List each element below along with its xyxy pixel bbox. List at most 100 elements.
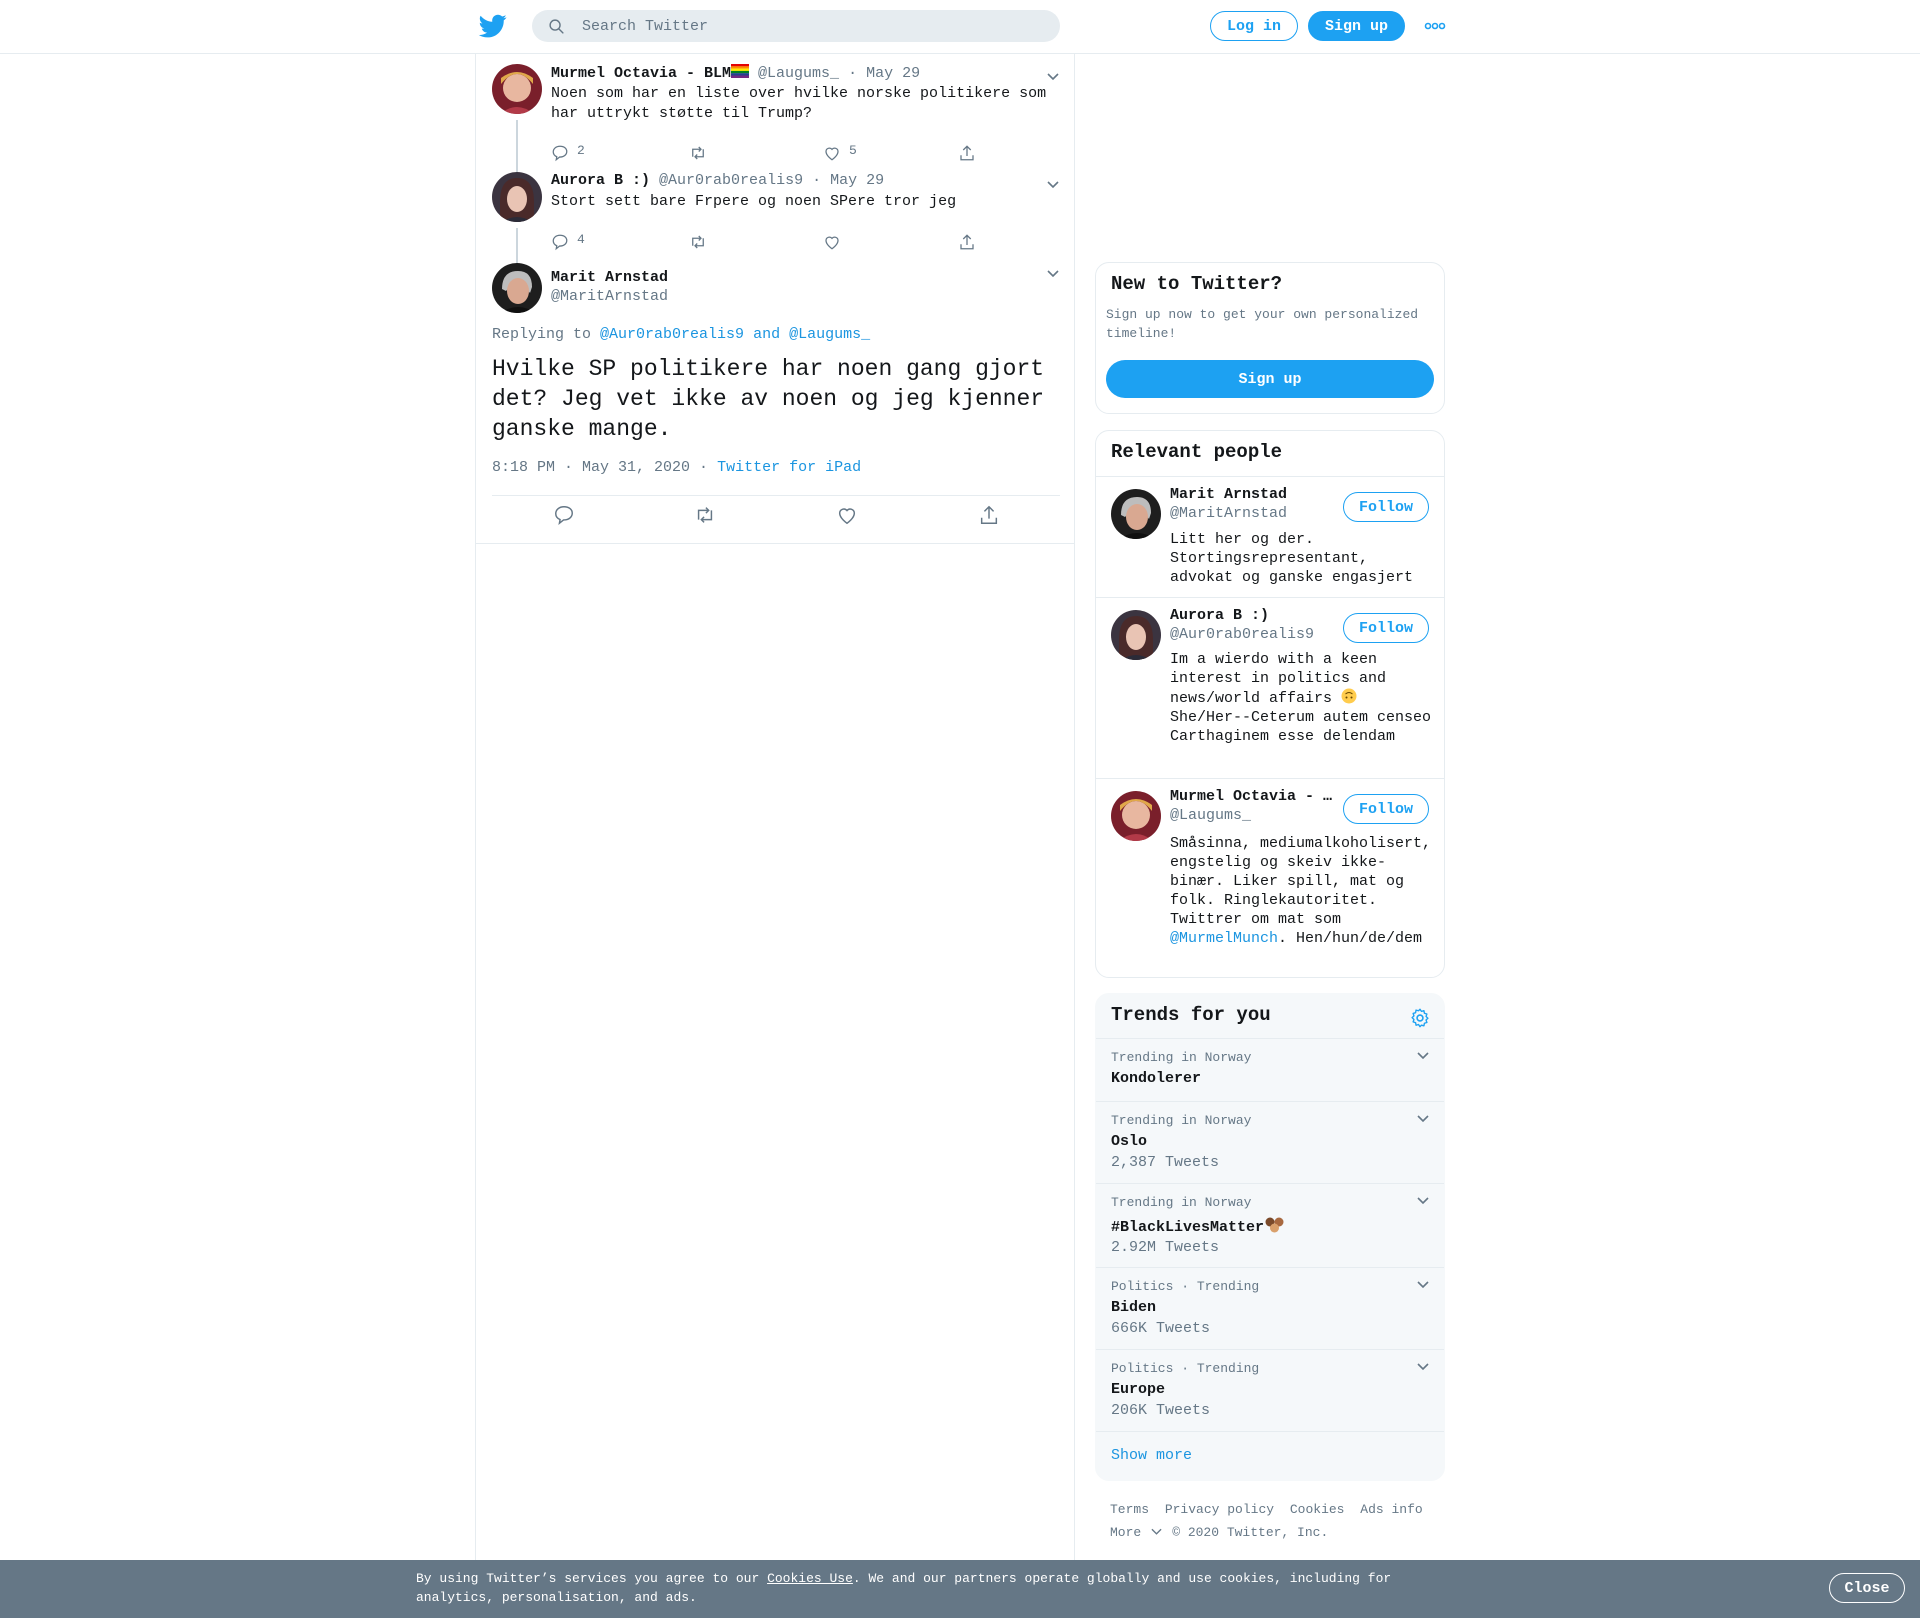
signup-button[interactable]: Sign up (1308, 11, 1405, 41)
person-bio: Im a wierdo with a keen interest in poli… (1170, 650, 1432, 746)
trend-context: Trending in Norway (1111, 1113, 1252, 1128)
chevron-down-icon[interactable] (1046, 269, 1060, 279)
tweet-date[interactable]: May 29 (866, 65, 920, 82)
divider (492, 495, 1060, 496)
footer-terms-link[interactable]: Terms (1110, 1502, 1149, 1517)
trend-item[interactable]: Trending in Norway Oslo 2,387 Tweets (1096, 1101, 1444, 1183)
share-button[interactable] (958, 144, 976, 162)
reply-button[interactable] (553, 504, 575, 526)
like-count: 5 (849, 143, 857, 158)
chevron-down-icon[interactable] (1046, 72, 1060, 82)
cookies-use-link[interactable]: Cookies Use (767, 1571, 853, 1586)
trend-count: 2.92M Tweets (1111, 1239, 1220, 1256)
footer-cookies-link[interactable]: Cookies (1290, 1502, 1345, 1517)
person-handle[interactable]: @Aur0rab0realis9 (1170, 626, 1314, 643)
conversation-column: Murmel Octavia - BLM @Laugums_ · May 29 … (475, 54, 1075, 1564)
share-button[interactable] (958, 233, 976, 251)
tweet-text: Stort sett bare Frpere og noen SPere tro… (551, 193, 957, 210)
login-button[interactable]: Log in (1210, 11, 1298, 41)
chevron-down-icon[interactable] (1416, 1362, 1430, 1372)
trend-name-row[interactable]: #BlackLivesMatter (1111, 1216, 1286, 1236)
reply-icon (552, 145, 568, 162)
like-button[interactable]: 5 (823, 144, 857, 162)
follow-button[interactable]: Follow (1343, 492, 1429, 522)
avatar[interactable] (1111, 610, 1161, 660)
chevron-down-icon[interactable] (1416, 1114, 1430, 1124)
card-title: Relevant people (1111, 441, 1283, 463)
replying-and[interactable]: and (744, 326, 789, 343)
close-button[interactable]: Close (1829, 1573, 1905, 1603)
person-item[interactable]: Marit Arnstad @MaritArnstad Follow Litt … (1096, 476, 1444, 597)
footer-privacy-link[interactable]: Privacy policy (1165, 1502, 1274, 1517)
author-handle[interactable]: @MaritArnstad (551, 288, 668, 305)
author-name[interactable]: Murmel Octavia - BLM (551, 65, 731, 82)
author-name[interactable]: Marit Arnstad (551, 269, 668, 286)
author-handle[interactable]: @Laugums_ (758, 65, 839, 82)
trend-name[interactable]: #BlackLivesMatter (1111, 1219, 1264, 1236)
footer-ads-link[interactable]: Ads info (1360, 1502, 1422, 1517)
bio-text: . Hen/hun/de/dem (1278, 930, 1423, 947)
show-more-link[interactable]: Show more (1111, 1447, 1192, 1464)
reply-button[interactable]: 4 (551, 233, 585, 251)
twitter-bird-icon[interactable] (478, 12, 508, 40)
search-input[interactable] (582, 10, 1042, 42)
chevron-down-icon[interactable] (1416, 1280, 1430, 1290)
avatar[interactable] (1111, 489, 1161, 539)
trend-name[interactable]: Biden (1111, 1299, 1156, 1316)
trend-item[interactable]: Politics · Trending Europe 206K Tweets (1096, 1349, 1444, 1431)
thread-tweet[interactable]: Murmel Octavia - BLM @Laugums_ · May 29 … (492, 64, 1060, 175)
trend-item[interactable]: Trending in Norway #BlackLivesMatter 2.9… (1096, 1183, 1444, 1267)
gear-icon[interactable] (1409, 1007, 1431, 1029)
retweet-icon (692, 235, 704, 249)
person-handle[interactable]: @MaritArnstad (1170, 505, 1287, 522)
reply-button[interactable]: 2 (551, 144, 585, 162)
tweet-header: Murmel Octavia - BLM @Laugums_ · May 29 (551, 64, 920, 82)
chevron-down-icon[interactable] (1046, 180, 1060, 190)
tweet-source-link[interactable]: Twitter for iPad (717, 459, 861, 476)
author-name[interactable]: Aurora B :) (551, 172, 650, 189)
person-item[interactable]: Aurora B :) @Aur0rab0realis9 Follow Im a… (1096, 597, 1444, 778)
retweet-button[interactable] (688, 144, 708, 162)
chevron-down-icon[interactable] (1151, 1528, 1162, 1536)
search-box[interactable] (532, 10, 1060, 42)
chevron-down-icon[interactable] (1416, 1196, 1430, 1206)
share-button[interactable] (978, 504, 1000, 526)
avatar[interactable] (492, 263, 542, 313)
trend-context: Politics · Trending (1111, 1361, 1260, 1376)
sidebar-signup-button[interactable]: Sign up (1106, 360, 1434, 398)
thread-connector (516, 228, 518, 266)
tweet-date[interactable]: May 29 (830, 172, 884, 189)
person-item[interactable]: Murmel Octavia - … @Laugums_ Follow Smås… (1096, 778, 1444, 977)
trend-item[interactable]: Politics · Trending Biden 666K Tweets (1096, 1267, 1444, 1349)
follow-button[interactable]: Follow (1343, 794, 1429, 824)
like-button[interactable] (836, 504, 858, 526)
cookie-text: By using Twitter’s services you agree to… (416, 1569, 1406, 1607)
person-name[interactable]: Marit Arnstad (1170, 486, 1287, 503)
more-dots-icon[interactable] (1424, 20, 1446, 32)
focused-tweet-actions (476, 504, 1076, 534)
avatar[interactable] (1111, 791, 1161, 841)
person-name[interactable]: Murmel Octavia - … (1170, 788, 1332, 805)
mention-link[interactable]: @MurmelMunch (1170, 930, 1278, 947)
trend-name[interactable]: Oslo (1111, 1133, 1147, 1150)
author-handle[interactable]: @Aur0rab0realis9 (659, 172, 803, 189)
person-handle[interactable]: @Laugums_ (1170, 807, 1251, 824)
retweet-button[interactable] (688, 233, 708, 251)
like-button[interactable] (823, 233, 841, 251)
footer-more-button[interactable]: More (1110, 1525, 1149, 1540)
trend-name[interactable]: Kondolerer (1111, 1070, 1201, 1087)
card-title: Trends for you (1111, 1004, 1271, 1026)
retweet-button[interactable] (693, 504, 717, 526)
avatar[interactable] (492, 64, 542, 114)
show-more-row[interactable]: Show more (1096, 1431, 1444, 1480)
thread-tweet[interactable]: Aurora B :) @Aur0rab0realis9 · May 29 St… (492, 172, 1060, 266)
trend-item[interactable]: Trending in Norway Kondolerer (1096, 1038, 1444, 1101)
mention-link[interactable]: @Aur0rab0realis9 (600, 326, 744, 343)
mention-link[interactable]: @Laugums_ (789, 326, 870, 343)
person-name[interactable]: Aurora B :) (1170, 607, 1269, 624)
chevron-down-icon[interactable] (1416, 1051, 1430, 1061)
trend-name[interactable]: Europe (1111, 1381, 1165, 1398)
avatar[interactable] (492, 172, 542, 222)
tweet-time[interactable]: 8:18 PM · May 31, 2020 (492, 459, 690, 476)
follow-button[interactable]: Follow (1343, 613, 1429, 643)
